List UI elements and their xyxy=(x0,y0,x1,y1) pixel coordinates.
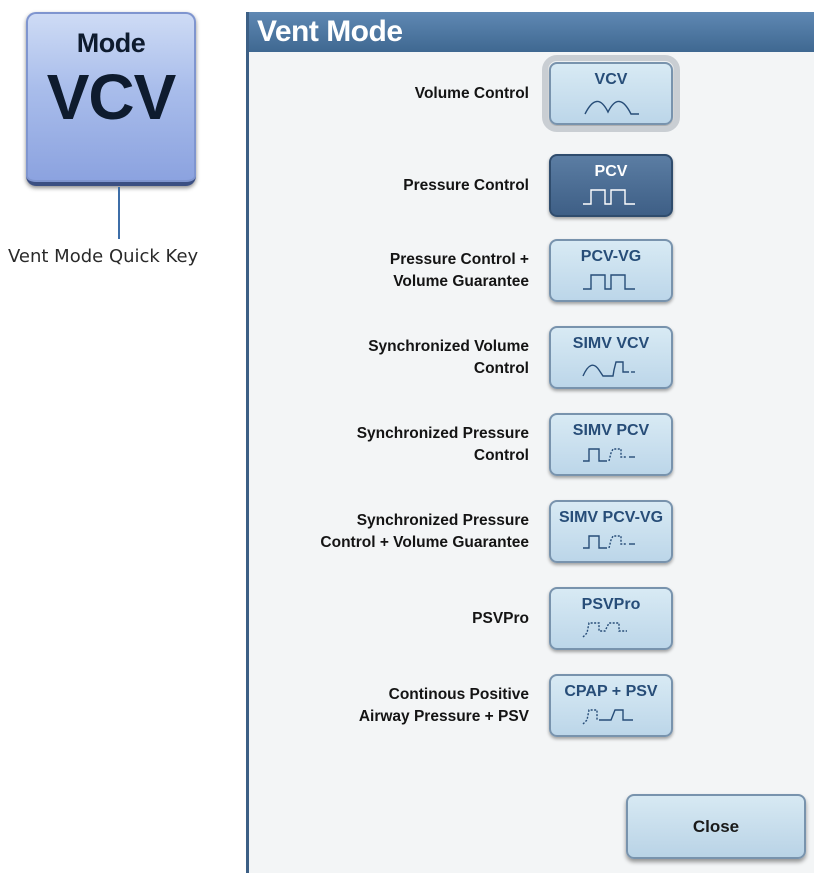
mode-button-label: SIMV VCV xyxy=(572,335,650,352)
mode-description-line: Volume Control xyxy=(414,85,529,102)
mode-description-line: Synchronized Volume xyxy=(368,338,529,355)
mode-description: Continous Positive Airway Pressure + PSV xyxy=(249,671,529,741)
psv-wave-icon xyxy=(551,617,671,641)
mode-button[interactable]: SIMV PCV-VG xyxy=(549,500,673,563)
mode-row: Synchronized Volume Control SIMV VCV xyxy=(249,323,814,393)
mode-button-label: PCV xyxy=(594,163,628,180)
pressure-wave-icon xyxy=(551,269,671,293)
mode-button[interactable]: PCV-VG xyxy=(549,239,673,302)
mode-description-line: Airway Pressure + PSV xyxy=(358,708,529,725)
mode-row: Synchronized Pressure Control + Volume Gu… xyxy=(249,497,814,567)
mode-description: Volume Control xyxy=(249,59,529,129)
mode-description: Synchronized Pressure Control + Volume Gu… xyxy=(249,497,529,567)
cpap-wave-icon xyxy=(551,704,671,728)
mode-description-line: Pressure Control + xyxy=(389,251,529,268)
mode-button-label: PSVPro xyxy=(581,596,641,613)
quick-key-caption: Vent Mode Quick Key xyxy=(8,246,199,267)
mode-description-line: Synchronized Pressure xyxy=(356,512,529,529)
mode-description-line: PSVPro xyxy=(472,610,529,627)
mode-description: Synchronized Volume Control xyxy=(249,323,529,393)
mode-button-label: SIMV PCV xyxy=(572,422,650,439)
mode-row: PSVPro PSVPro xyxy=(249,584,814,654)
mode-button-label: VCV xyxy=(594,71,628,88)
mode-description-line: Control xyxy=(473,447,529,464)
mode-button[interactable]: CPAP + PSV xyxy=(549,674,673,737)
volume-wave-icon xyxy=(551,92,671,116)
mode-button[interactable]: PCV xyxy=(549,154,673,217)
mode-button[interactable]: SIMV VCV xyxy=(549,326,673,389)
mode-button[interactable]: VCV xyxy=(542,55,680,132)
mode-description: Pressure Control xyxy=(249,151,529,221)
simv-pressure-wave-icon xyxy=(551,530,671,554)
quick-key-value: VCV xyxy=(46,61,177,133)
dialog-header: Vent Mode xyxy=(249,12,814,52)
mode-button-label: CPAP + PSV xyxy=(564,683,658,700)
close-button[interactable]: Close xyxy=(626,794,806,859)
mode-row: Pressure Control PCV xyxy=(249,151,814,221)
mode-row: Synchronized Pressure Control SIMV PCV xyxy=(249,410,814,480)
mode-description: PSVPro xyxy=(249,584,529,654)
mode-quick-key[interactable]: Mode VCV xyxy=(26,12,196,186)
mode-description: Synchronized Pressure Control xyxy=(249,410,529,480)
mode-row: Pressure Control + Volume Guarantee PCV-VG xyxy=(249,236,814,306)
callout-leader-line xyxy=(118,187,120,239)
simv-volume-wave-icon xyxy=(551,356,671,380)
mode-button[interactable]: PSVPro xyxy=(549,587,673,650)
simv-pressure-wave-icon xyxy=(551,443,671,467)
dialog-title: Vent Mode xyxy=(257,15,403,48)
mode-description-line: Volume Guarantee xyxy=(393,273,529,290)
mode-button[interactable]: SIMV PCV xyxy=(549,413,673,476)
mode-description-line: Pressure Control xyxy=(403,177,529,194)
mode-description-line: Continous Positive xyxy=(388,686,529,703)
mode-row: Continous Positive Airway Pressure + PSV C… xyxy=(249,671,814,741)
mode-description-line: Control + Volume Guarantee xyxy=(320,534,529,551)
quick-key-label: Mode xyxy=(76,28,146,58)
mode-description-line: Synchronized Pressure xyxy=(356,425,529,442)
pressure-wave-icon xyxy=(551,184,671,208)
mode-description-line: Control xyxy=(473,360,529,377)
mode-row: Volume Control VCV xyxy=(249,55,814,132)
mode-button-label: SIMV PCV-VG xyxy=(558,509,664,526)
vent-mode-dialog: Vent Mode Volume Control VCV Pressure Cont… xyxy=(246,12,814,873)
mode-button-label: PCV-VG xyxy=(580,248,642,265)
mode-description: Pressure Control + Volume Guarantee xyxy=(249,236,529,306)
